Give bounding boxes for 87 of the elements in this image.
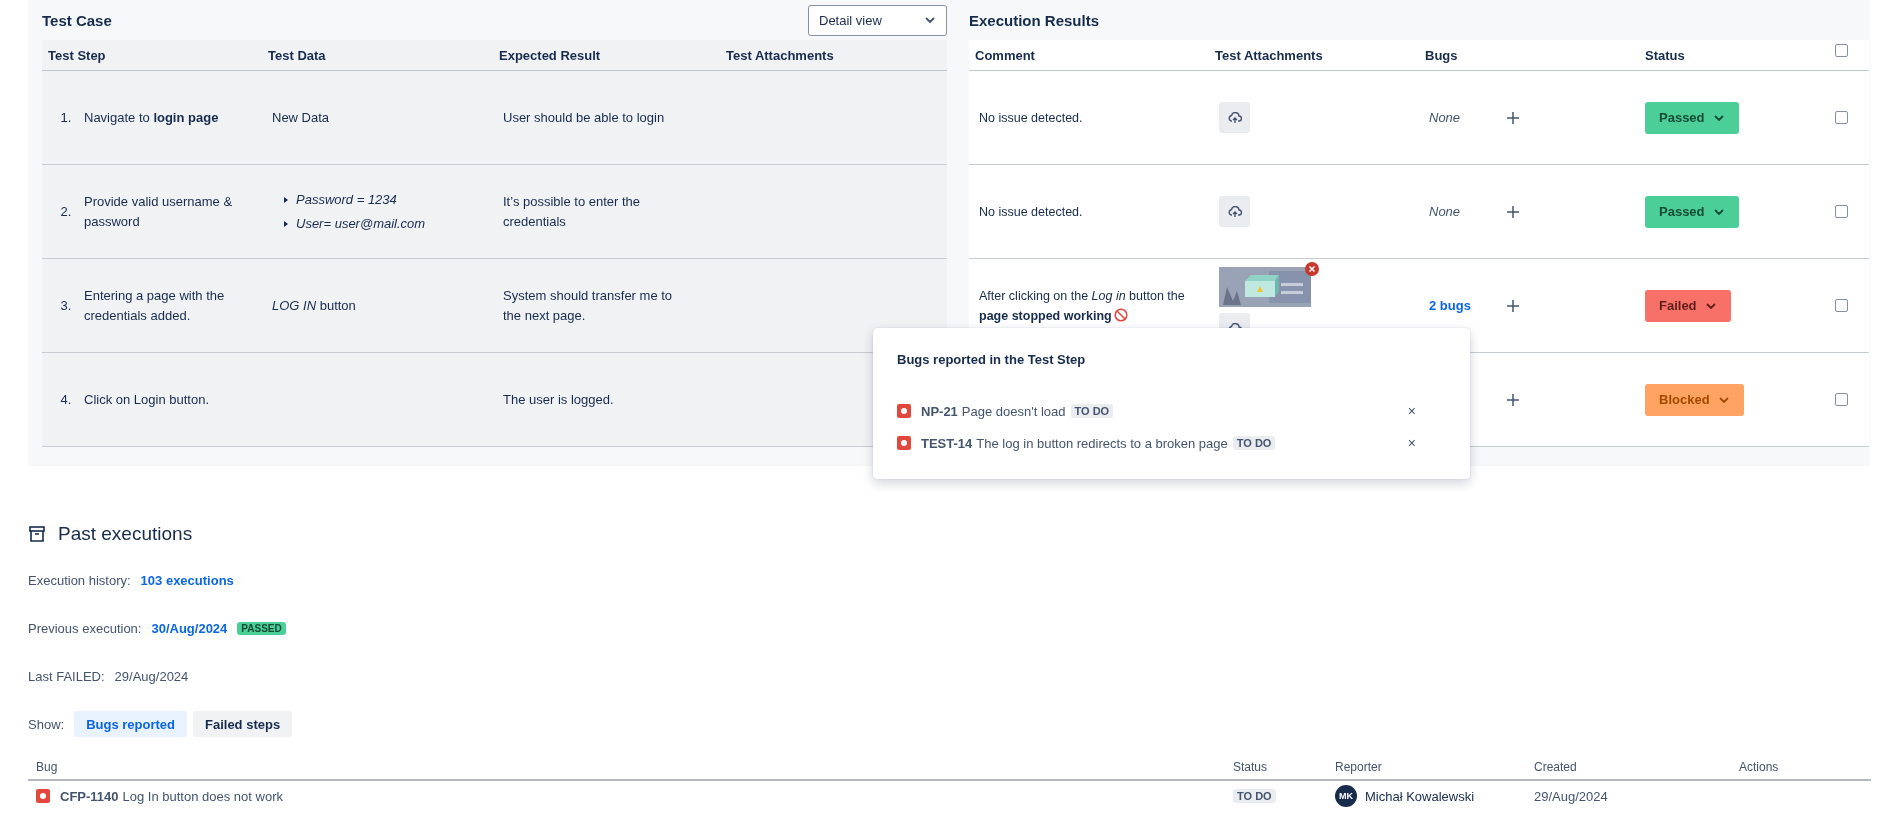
column-header: Test Attachments (726, 47, 834, 63)
remove-button[interactable]: × (1407, 403, 1416, 419)
bugs-none: None (1429, 108, 1462, 127)
column-header: Bugs (1425, 47, 1458, 63)
status-lozenge: TO DO (1233, 789, 1276, 803)
bug-summary: Page doesn't load (961, 403, 1066, 419)
expected-result: System should transfer me to the next page. (503, 286, 674, 325)
row-checkbox[interactable] (1835, 299, 1848, 312)
expected-result: The user is logged. (503, 390, 614, 409)
bug-icon (897, 436, 911, 450)
column-header: Comment (975, 47, 1035, 63)
bullet-icon (284, 196, 288, 203)
bug-key[interactable]: TEST-14 (921, 435, 973, 451)
section-title: Past executions (58, 523, 193, 545)
field-label: Execution history: (28, 572, 131, 588)
filter-button[interactable]: Failed steps (193, 711, 293, 737)
field-label: Last FAILED: (28, 668, 105, 684)
step-text: Navigate to login page (84, 108, 219, 127)
column-header: Created (1534, 760, 1577, 774)
step-text: Entering a page with the credentials added. (84, 286, 226, 325)
remove-button[interactable]: × (1407, 435, 1416, 451)
expected-result: It’s possible to enter the credentials (503, 192, 642, 231)
add-icon[interactable] (1506, 204, 1520, 219)
status-lozenge: PASSED (237, 621, 286, 635)
bullet-icon (284, 220, 288, 227)
status-dropdown[interactable]: Passed (1645, 195, 1739, 228)
executions-link[interactable]: 103 executions (140, 572, 234, 588)
reporter-name: Michał Kowalewski (1365, 788, 1475, 804)
row-checkbox[interactable] (1835, 205, 1848, 218)
view-select[interactable]: Detail view (808, 4, 947, 36)
test-data-item: User= user@mail.com (296, 214, 426, 233)
bugs-none: None (1429, 202, 1462, 221)
column-header: Reporter (1335, 760, 1382, 774)
step-number: 2. (59, 202, 73, 221)
row-checkbox[interactable] (1835, 111, 1848, 124)
step-number: 3. (59, 296, 73, 315)
archive-icon (28, 525, 46, 543)
column-header: Test Step (48, 47, 106, 63)
bug-icon (36, 789, 50, 803)
column-header: Test Attachments (1215, 47, 1323, 63)
step-text: Provide valid username & password (84, 192, 234, 231)
bugs-link[interactable]: 2 bugs (1429, 295, 1484, 316)
step-text: Click on Login button. (84, 390, 210, 409)
step-number: 4. (59, 390, 73, 409)
step-number: 1. (59, 108, 73, 127)
column-header: Status (1645, 47, 1685, 63)
column-header: Expected Result (499, 47, 601, 63)
column-header: Status (1233, 760, 1268, 774)
prohibited-icon (1113, 307, 1128, 322)
expected-result: User should be able to login (503, 108, 665, 127)
upload-button[interactable] (1219, 102, 1250, 133)
status-dropdown[interactable]: Blocked (1645, 383, 1744, 416)
status-lozenge: TO DO (1070, 404, 1114, 418)
bug-key[interactable]: NP-21 (921, 403, 958, 419)
filter-button[interactable]: Bugs reported (74, 711, 187, 737)
date-link[interactable]: 30/Aug/2024 (151, 620, 228, 636)
select-all-checkbox[interactable] (1835, 44, 1848, 57)
field-label: Show: (28, 716, 65, 732)
add-icon[interactable] (1506, 110, 1520, 125)
status-lozenge: TO DO (1232, 436, 1276, 450)
bug-summary: The log in button redirects to a broken page (976, 435, 1228, 451)
column-header: Actions (1739, 760, 1779, 774)
created-date: 29/Aug/2024 (1534, 788, 1608, 804)
column-header: Bug (36, 760, 58, 774)
status-dropdown[interactable]: Passed (1645, 101, 1739, 134)
bug-key[interactable]: CFP-1140 (60, 788, 119, 804)
remove-icon[interactable] (1305, 262, 1319, 276)
test-data: New Data (272, 108, 330, 127)
upload-button[interactable] (1219, 196, 1250, 227)
section-title: Execution Results (969, 11, 1100, 29)
popup-title: Bugs reported in the Test Step (897, 352, 1087, 367)
comment-text: No issue detected. (979, 203, 1083, 221)
comment-text: No issue detected. (979, 109, 1083, 127)
status-dropdown[interactable]: Failed (1645, 289, 1731, 322)
bug-summary: Log In button does not work (122, 788, 283, 804)
section-title: Test Case (42, 11, 112, 29)
bug-icon (897, 404, 911, 418)
avatar: MK (1335, 785, 1357, 807)
date-text: 29/Aug/2024 (114, 668, 189, 684)
add-icon[interactable] (1506, 392, 1520, 407)
add-icon[interactable] (1506, 298, 1520, 313)
comment-text: After clicking on the Log in button the page stopped working (979, 287, 1186, 325)
row-checkbox[interactable] (1835, 393, 1848, 406)
test-data: LOG IN button (272, 296, 356, 315)
test-data-item: Password = 1234 (296, 190, 397, 209)
field-label: Previous execution: (28, 620, 142, 636)
column-header: Test Data (268, 47, 326, 63)
